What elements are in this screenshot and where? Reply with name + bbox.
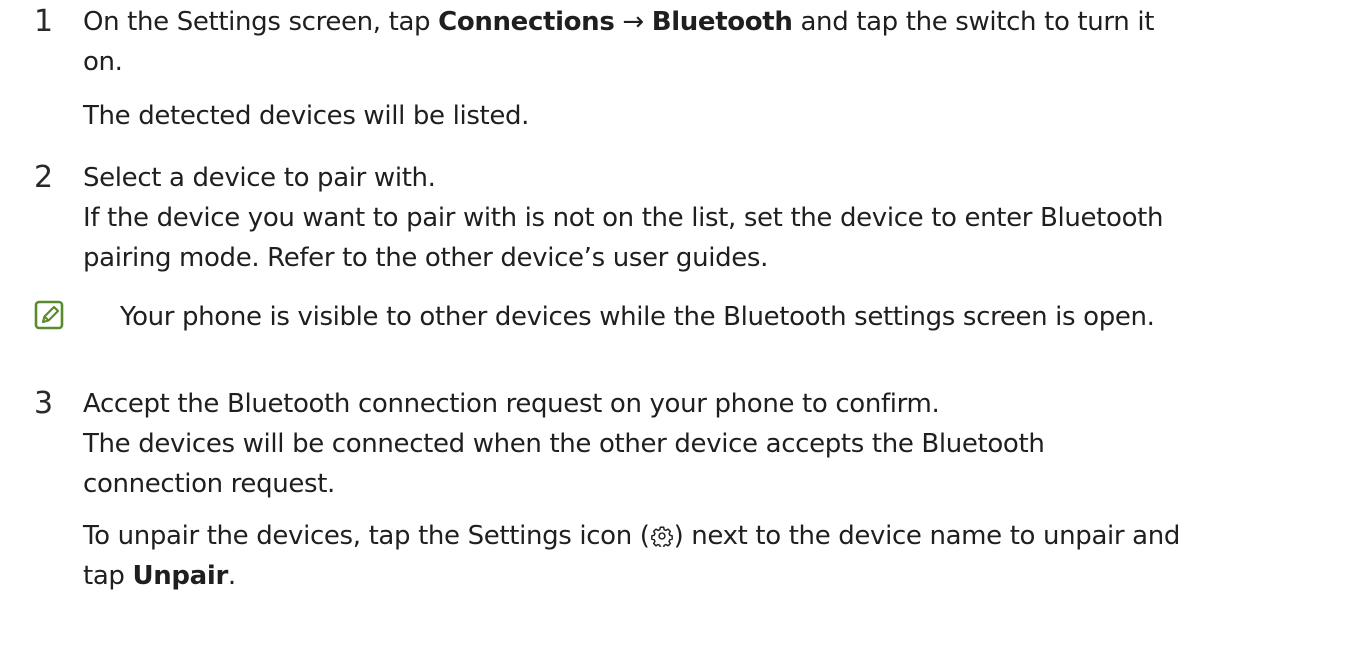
step-number: 2 — [34, 160, 54, 195]
step-number: 1 — [34, 4, 54, 39]
menu-path-bluetooth: Bluetooth — [651, 7, 793, 37]
note-icon — [34, 300, 64, 330]
step-body: Accept the Bluetooth connection request … — [83, 384, 1353, 596]
step-text: To unpair the devices, tap the Settings … — [83, 521, 650, 551]
step-line: On the Settings screen, tap Connections … — [83, 2, 1353, 42]
step-line: To unpair the devices, tap the Settings … — [83, 516, 1353, 556]
manual-page: 1 On the Settings screen, tap Connection… — [0, 0, 1367, 672]
step-line: Select a device to pair with. — [83, 163, 436, 193]
step-line: pairing mode. Refer to the other device’… — [83, 243, 768, 273]
menu-path-connections: Connections — [438, 7, 615, 37]
step-text: On the Settings screen, tap — [83, 7, 439, 37]
step-body: Select a device to pair with. If the dev… — [83, 158, 1353, 278]
step-line: The detected devices will be listed. — [83, 101, 530, 131]
step-text: and tap the switch to turn it — [792, 7, 1155, 37]
arrow-separator: → — [614, 7, 652, 37]
step-line: If the device you want to pair with is n… — [83, 203, 1164, 233]
step-line: on. — [83, 47, 123, 77]
step-body: On the Settings screen, tap Connections … — [83, 2, 1353, 136]
step-line: The devices will be connected when the o… — [83, 429, 1045, 459]
gear-icon — [650, 519, 673, 549]
note-text: Your phone is visible to other devices w… — [120, 302, 1155, 332]
step-line: tap Unpair. — [83, 556, 1353, 596]
step-number: 3 — [34, 386, 54, 421]
unpair-label: Unpair — [132, 561, 229, 591]
step-line: connection request. — [83, 469, 335, 499]
step-line: Accept the Bluetooth connection request … — [83, 389, 940, 419]
step-text: ) next to the device name to unpair and — [673, 521, 1181, 551]
step-text: tap — [83, 561, 133, 591]
step-text: . — [227, 561, 236, 591]
